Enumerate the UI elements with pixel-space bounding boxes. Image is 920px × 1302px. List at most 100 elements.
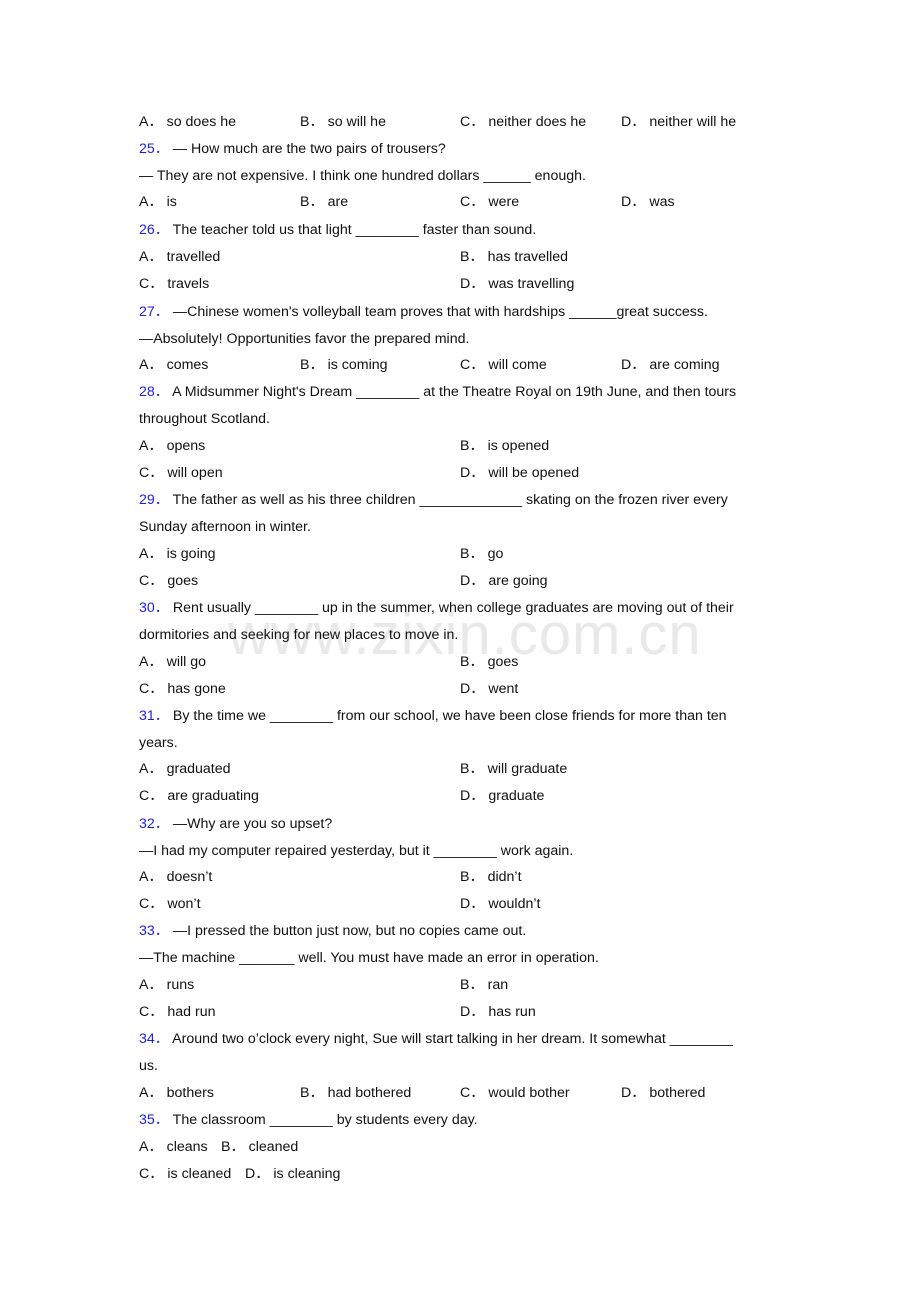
option-letter: B．: [460, 977, 484, 993]
option-letter: B．: [300, 194, 324, 210]
option-text: are: [327, 194, 349, 210]
option-c: C． will open: [139, 464, 223, 482]
option-text: graduated: [166, 761, 231, 777]
question-stem: 30． Rent usually ________ up in the summ…: [139, 599, 734, 617]
question-stem-continued: —I had my computer repaired yesterday, b…: [139, 842, 573, 860]
option-b: B． is coming: [300, 356, 388, 374]
option-b: B． is opened: [460, 437, 549, 455]
option-letter: B．: [300, 357, 324, 373]
option-text: will be opened: [488, 465, 580, 481]
question-number: 30．: [139, 600, 169, 616]
question-text: —Absolutely! Opportunities favor the pre…: [139, 331, 470, 347]
option-letter: B．: [460, 249, 484, 265]
option-a: A． travelled: [139, 248, 220, 266]
option-a: A． will go: [139, 653, 206, 671]
option-text: had bothered: [327, 1085, 412, 1101]
question-stem-continued: throughout Scotland.: [139, 410, 270, 428]
option-text: went: [488, 681, 519, 697]
option-text: opens: [166, 438, 206, 454]
option-c: C． has gone: [139, 680, 226, 698]
question-number: 34．: [139, 1031, 169, 1047]
option-a: A． is: [139, 193, 177, 211]
question-text: Sunday afternoon in winter.: [139, 519, 311, 535]
option-c: C． had run: [139, 1003, 216, 1021]
option-text: wouldn’t: [488, 896, 541, 912]
option-letter: D．: [460, 276, 485, 292]
option-c: C． is cleaned: [139, 1165, 231, 1183]
question-stem-continued: —The machine _______ well. You must have…: [139, 949, 599, 967]
option-text: has gone: [167, 681, 226, 697]
option-letter: D．: [460, 465, 485, 481]
question-text: dormitories and seeking for new places t…: [139, 627, 459, 643]
question-text: — How much are the two pairs of trousers…: [172, 141, 446, 157]
option-d: D． will be opened: [460, 464, 579, 482]
option-a: A． graduated: [139, 760, 231, 778]
option-letter: D．: [460, 573, 485, 589]
option-c: C． were: [460, 193, 519, 211]
option-letter: B．: [460, 761, 484, 777]
question-text: By the time we ________ from our school,…: [172, 708, 727, 724]
question-text: —Why are you so upset?: [172, 816, 333, 832]
option-text: would bother: [488, 1085, 570, 1101]
option-text: is going: [166, 546, 216, 562]
option-letter: D．: [621, 357, 646, 373]
option-letter: D．: [621, 194, 646, 210]
option-text: go: [487, 546, 504, 562]
question-text: A Midsummer Night's Dream ________ at th…: [172, 384, 737, 400]
option-letter: A．: [139, 869, 163, 885]
option-a: A． is going: [139, 545, 216, 563]
option-letter: A．: [139, 194, 163, 210]
option-c: C． won’t: [139, 895, 201, 913]
option-letter: A．: [139, 654, 163, 670]
option-b: B． has travelled: [460, 248, 568, 266]
option-b: B． cleaned: [221, 1138, 298, 1156]
option-a: A． so does he: [139, 114, 237, 130]
option-letter: A．: [139, 761, 163, 777]
option-text: will go: [166, 654, 207, 670]
option-letter: B．: [460, 546, 484, 562]
option-text: were: [488, 194, 520, 210]
option-text: are coming: [649, 357, 720, 373]
option-letter: C．: [139, 788, 164, 804]
option-text: runs: [166, 977, 195, 993]
option-b: B． goes: [460, 653, 518, 671]
option-letter: D．: [460, 896, 485, 912]
option-d: D． are going: [460, 572, 548, 590]
question-text: The teacher told us that light ________ …: [172, 222, 537, 238]
option-c: C． neither does he: [460, 114, 587, 130]
question-text: Around two o’clock every night, Sue will…: [172, 1031, 733, 1047]
question-text: —I had my computer repaired yesterday, b…: [139, 843, 574, 859]
option-text: didn’t: [487, 869, 522, 885]
option-c: C． are graduating: [139, 787, 259, 805]
option-letter: D．: [460, 681, 485, 697]
question-stem: 34． Around two o’clock every night, Sue …: [139, 1030, 733, 1048]
option-letter: B．: [460, 869, 484, 885]
option-b: B． will graduate: [460, 760, 567, 778]
option-text: was travelling: [488, 276, 575, 292]
option-c: C． goes: [139, 572, 198, 590]
option-letter: A．: [139, 249, 163, 265]
option-letter: D．: [460, 1004, 485, 1020]
option-text: travelled: [166, 249, 221, 265]
question-text: The classroom ________ by students every…: [172, 1112, 478, 1128]
option-text: was: [649, 194, 675, 210]
question-stem: 28． A Midsummer Night's Dream ________ a…: [139, 383, 736, 401]
option-c: C． will come: [460, 356, 547, 374]
option-letter: C．: [139, 573, 164, 589]
question-text: years.: [139, 735, 178, 751]
option-d: D． neither will he: [621, 114, 737, 130]
option-letter: C．: [460, 194, 485, 210]
question-stem-continued: —Absolutely! Opportunities favor the pre…: [139, 330, 469, 348]
question-stem: 26． The teacher told us that light _____…: [139, 221, 536, 239]
option-a: A． cleans: [139, 1138, 208, 1156]
option-text: is coming: [327, 357, 388, 373]
option-b: B． go: [460, 545, 503, 563]
option-text: has travelled: [487, 249, 569, 265]
option-text: has run: [488, 1004, 536, 1020]
option-letter: B．: [460, 654, 484, 670]
option-text: are graduating: [167, 788, 259, 804]
option-d: D． was travelling: [460, 275, 574, 293]
option-a: A． comes: [139, 356, 208, 374]
option-letter: B．: [460, 438, 484, 454]
question-stem-continued: — They are not expensive. I think one hu…: [139, 167, 586, 185]
